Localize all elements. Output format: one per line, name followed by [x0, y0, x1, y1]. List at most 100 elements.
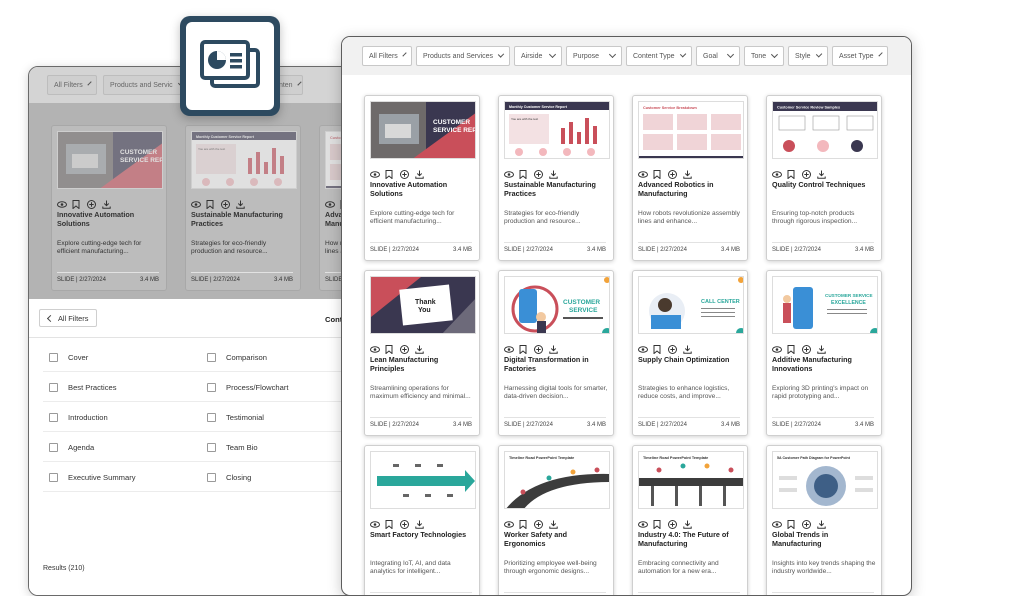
download-icon[interactable] [549, 166, 558, 179]
card-thumbnail[interactable]: CALL CENTER [638, 276, 744, 334]
download-icon[interactable] [683, 516, 692, 529]
card-title[interactable]: Smart Factory Technologies [370, 531, 474, 551]
card-title[interactable]: Supply Chain Optimization [638, 356, 742, 376]
filter-option[interactable]: Executive Summary [49, 473, 136, 482]
checkbox[interactable] [207, 383, 216, 392]
card-thumbnail[interactable]: CUSTOMERSERVICE REPORT [57, 131, 163, 189]
card-thumbnail[interactable]: Customer Service Review Samples [772, 101, 878, 159]
template-card[interactable]: CUSTOMER SERVICE EXCELLENCE Additive Manu… [766, 270, 882, 436]
filter-option[interactable]: Agenda [49, 443, 94, 452]
template-card[interactable]: Monthly Customer Service Report You are w… [498, 95, 614, 261]
download-icon[interactable] [415, 516, 424, 529]
eye-icon[interactable] [370, 341, 380, 353]
filter-airside[interactable]: Airside [514, 46, 562, 66]
bookmark-icon[interactable] [787, 516, 796, 530]
bookmark-icon[interactable] [385, 166, 394, 180]
card-thumbnail[interactable]: Customer Service Breakdown [638, 101, 744, 159]
plus-circle-icon[interactable] [802, 166, 811, 179]
plus-circle-icon[interactable] [802, 341, 811, 354]
filter-option[interactable]: Introduction [49, 413, 108, 422]
download-icon[interactable] [102, 196, 111, 209]
eye-icon[interactable] [325, 196, 335, 208]
plus-circle-icon[interactable] [802, 516, 811, 529]
template-card[interactable]: Customer Service Breakdown Advanced Robo… [632, 95, 748, 261]
card-title[interactable]: Sustainable Manufacturing Practices [504, 181, 608, 201]
card-thumbnail[interactable]: Timeline Road PowerPoint Template [504, 451, 610, 509]
eye-icon[interactable] [638, 341, 648, 353]
card-title[interactable]: Innovative Automation Solutions [57, 211, 161, 231]
eye-icon[interactable] [638, 516, 648, 528]
filter-asset-type[interactable]: Asset Type [832, 46, 888, 66]
download-icon[interactable] [683, 341, 692, 354]
plus-circle-icon[interactable] [668, 516, 677, 529]
filter-purpose[interactable]: Purpose [566, 46, 622, 66]
bookmark-icon[interactable] [519, 516, 528, 530]
eye-icon[interactable] [504, 516, 514, 528]
filter-option[interactable]: Process/Flowchart [207, 383, 288, 392]
checkbox[interactable] [207, 353, 216, 362]
bookmark-icon[interactable] [653, 516, 662, 530]
bookmark-icon[interactable] [653, 341, 662, 355]
filter-goal[interactable]: Goal [696, 46, 740, 66]
checkbox[interactable] [207, 443, 216, 452]
bookmark-icon[interactable] [787, 341, 796, 355]
card-thumbnail[interactable]: CUSTOMERSERVICE REPORT [370, 101, 476, 159]
filter-option[interactable]: Cover [49, 353, 88, 362]
template-card[interactable]: Customer Service Review Samples Quality … [766, 95, 882, 261]
plus-circle-icon[interactable] [400, 341, 409, 354]
filter-style[interactable]: Style [788, 46, 828, 66]
template-card[interactable]: Timeline Road PowerPoint Template Worker… [498, 445, 614, 595]
plus-circle-icon[interactable] [221, 196, 230, 209]
template-card[interactable]: Thank You Lean Manufacturing Principles S… [364, 270, 480, 436]
card-thumbnail[interactable]: Thank You [370, 276, 476, 334]
filter-content-type[interactable]: Content Type [626, 46, 692, 66]
bookmark-icon[interactable] [385, 341, 394, 355]
bookmark-icon[interactable] [787, 166, 796, 180]
filter-option[interactable]: Team Bio [207, 443, 258, 452]
card-thumbnail[interactable] [370, 451, 476, 509]
eye-icon[interactable] [370, 166, 380, 178]
card-title[interactable]: Additive Manufacturing Innovations [772, 356, 876, 376]
card-title[interactable]: Advanced Robotics in Manufacturing [638, 181, 742, 201]
filter-option[interactable]: Closing [207, 473, 251, 482]
plus-circle-icon[interactable] [668, 166, 677, 179]
card-title[interactable]: Quality Control Techniques [772, 181, 876, 201]
filter-all-filters[interactable]: All Filters [362, 46, 412, 66]
plus-circle-icon[interactable] [400, 516, 409, 529]
plus-circle-icon[interactable] [534, 341, 543, 354]
card-thumbnail[interactable]: Monthly Customer Service Report You are w… [504, 101, 610, 159]
eye-icon[interactable] [772, 516, 782, 528]
eye-icon[interactable] [191, 196, 201, 208]
filter-option[interactable]: Best Practices [49, 383, 117, 392]
plus-circle-icon[interactable] [87, 196, 96, 209]
card-title[interactable]: Sustainable Manufacturing Practices [191, 211, 295, 231]
card-thumbnail[interactable]: Timeline Road PowerPoint Template [638, 451, 744, 509]
template-card[interactable]: CUSTOMER SERVICE Digital Transformation i… [498, 270, 614, 436]
plus-circle-icon[interactable] [400, 166, 409, 179]
template-card[interactable]: CUSTOMERSERVICE REPORT Innovative Automa… [51, 125, 167, 291]
template-card[interactable]: Monthly Customer Service Report You are w… [185, 125, 301, 291]
download-icon[interactable] [817, 341, 826, 354]
eye-icon[interactable] [504, 341, 514, 353]
download-icon[interactable] [236, 196, 245, 209]
download-icon[interactable] [415, 166, 424, 179]
card-title[interactable]: Global Trends in Manufacturing [772, 531, 876, 551]
template-card[interactable]: CALL CENTER Supply Chain Optimization St… [632, 270, 748, 436]
card-title[interactable]: Worker Safety and Ergonomics [504, 531, 608, 551]
template-card[interactable]: Timeline Road PowerPoint Template Indust… [632, 445, 748, 595]
all-filters-button[interactable]: All Filters [39, 309, 98, 327]
download-icon[interactable] [549, 516, 558, 529]
checkbox[interactable] [49, 383, 58, 392]
download-icon[interactable] [817, 516, 826, 529]
plus-circle-icon[interactable] [534, 166, 543, 179]
checkbox[interactable] [207, 413, 216, 422]
card-thumbnail[interactable]: Monthly Customer Service Report You are w… [191, 131, 297, 189]
plus-circle-icon[interactable] [668, 341, 677, 354]
template-card[interactable]: CUSTOMERSERVICE REPORT Innovative Automa… [364, 95, 480, 261]
eye-icon[interactable] [504, 166, 514, 178]
bookmark-icon[interactable] [519, 341, 528, 355]
template-card[interactable]: 5A Customer Path Diagram for PowerPoint … [766, 445, 882, 595]
eye-icon[interactable] [57, 196, 67, 208]
filter-tone[interactable]: Tone [744, 46, 784, 66]
checkbox[interactable] [49, 413, 58, 422]
